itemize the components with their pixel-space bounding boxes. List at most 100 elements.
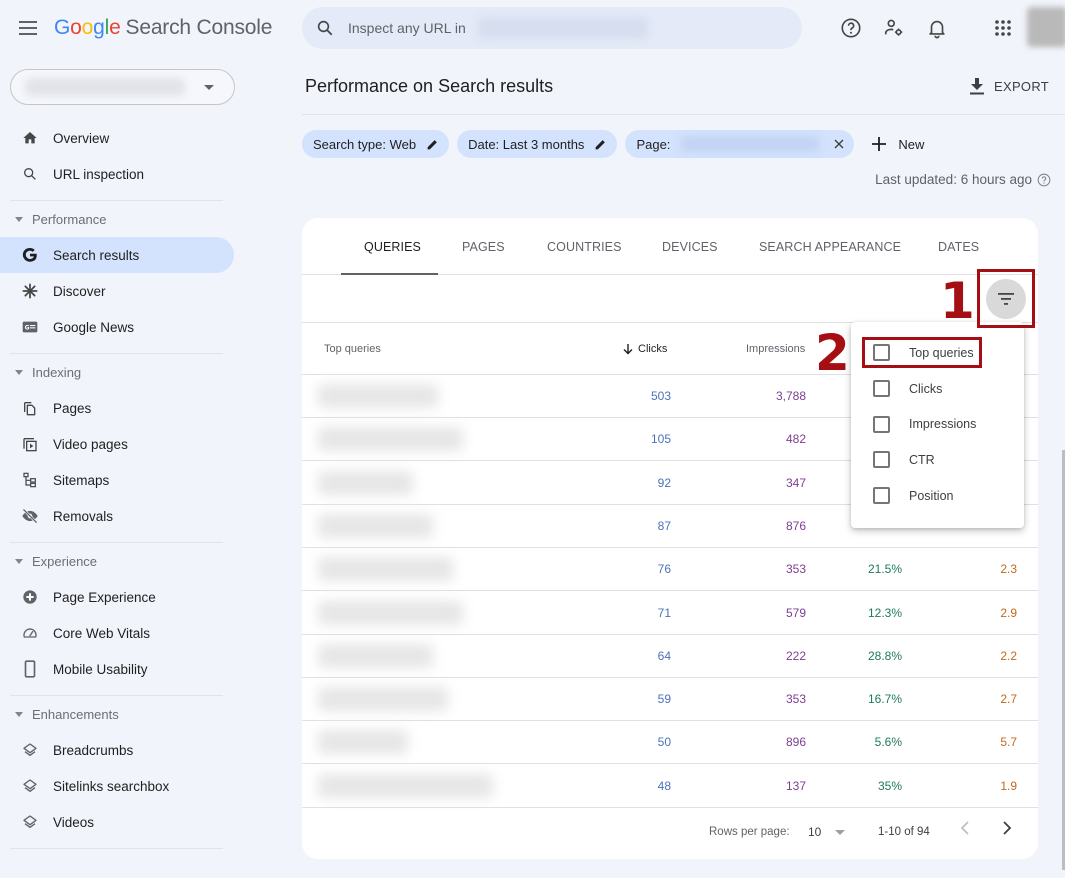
logo-letter: e: [109, 16, 121, 39]
redacted-query: [318, 427, 463, 452]
tab-countries[interactable]: COUNTRIES: [547, 240, 622, 254]
sidebar-section-enhancements[interactable]: Enhancements: [0, 696, 240, 732]
filter-chip-search-type[interactable]: Search type: Web: [302, 130, 450, 158]
edit-pencil-icon[interactable]: [594, 138, 607, 151]
tab-dates[interactable]: DATES: [938, 240, 979, 254]
manage-users-button[interactable]: [882, 16, 906, 40]
checkbox[interactable]: [873, 451, 890, 469]
checkbox[interactable]: [873, 415, 890, 433]
checkbox[interactable]: [873, 487, 890, 505]
apps-grid-icon: [995, 20, 1011, 36]
sidebar-item-video-pages[interactable]: Video pages: [0, 426, 234, 462]
sidebar-item-label: Mobile Usability: [53, 661, 148, 677]
collapse-triangle-icon: [15, 712, 23, 717]
edit-pencil-icon[interactable]: [426, 138, 439, 151]
sidebar-section-indexing[interactable]: Indexing: [0, 354, 240, 390]
url-inspect-search[interactable]: [302, 7, 802, 49]
sidebar-item-label: URL inspection: [53, 166, 145, 182]
column-header-impressions[interactable]: Impressions: [746, 343, 805, 355]
sidebar-section-experience[interactable]: Experience: [0, 543, 240, 579]
google-apps-button[interactable]: [991, 16, 1015, 40]
cell-clicks: 87: [657, 518, 671, 533]
table-row[interactable]: 76 353 21.5% 2.3: [302, 548, 1038, 592]
tab-queries[interactable]: QUERIES: [364, 240, 421, 254]
column-header-query[interactable]: Top queries: [324, 343, 381, 355]
menu-item-impressions[interactable]: Impressions: [851, 407, 1024, 443]
sidebar-item-breadcrumbs[interactable]: Breadcrumbs: [0, 732, 234, 768]
filter-chip-page[interactable]: Page:: [625, 130, 855, 158]
checkbox[interactable]: [873, 379, 890, 397]
logo-letter: g: [93, 16, 105, 39]
sidebar-item-discover[interactable]: Discover: [0, 273, 234, 309]
search-console-logo[interactable]: Google Search Console: [54, 16, 272, 40]
sidebar-item-mobile-usability[interactable]: Mobile Usability: [0, 651, 234, 687]
tab-pages[interactable]: PAGES: [462, 240, 505, 254]
table-row[interactable]: 64 222 28.8% 2.2: [302, 635, 1038, 678]
redacted-page-url: [680, 136, 821, 152]
menu-item-position[interactable]: Position: [851, 478, 1024, 514]
menu-item-clicks[interactable]: Clicks: [851, 371, 1024, 407]
column-header-clicks[interactable]: Clicks: [623, 343, 667, 355]
notifications-icon: [929, 20, 945, 39]
google-g-icon: [20, 245, 40, 265]
sidebar-item-page-experience[interactable]: Page Experience: [0, 579, 234, 615]
cell-ctr: 28.8%: [867, 648, 902, 663]
home-icon: [20, 128, 40, 148]
cell-ctr: 12.3%: [867, 605, 902, 620]
sidebar-item-label: Discover: [53, 283, 106, 299]
property-selector[interactable]: [10, 69, 235, 105]
rows-per-page-select[interactable]: 10: [808, 825, 846, 839]
close-icon[interactable]: [834, 139, 844, 149]
phone-icon: [20, 659, 40, 679]
pagination-range: 1-10 of 94: [878, 826, 930, 838]
table-row[interactable]: 50 896 5.6% 5.7: [302, 721, 1038, 765]
sidebar-item-sitelinks-searchbox[interactable]: Sitelinks searchbox: [0, 768, 234, 804]
sitemap-icon: [20, 470, 40, 490]
export-label: EXPORT: [994, 78, 1050, 94]
table-row[interactable]: 48 137 35% 1.9: [302, 765, 1038, 808]
download-icon: [970, 77, 984, 94]
sidebar-item-label: Overview: [53, 130, 110, 146]
menu-item-ctr[interactable]: CTR: [851, 442, 1024, 478]
asterisk-icon: [20, 281, 40, 301]
redacted-query: [318, 513, 433, 538]
sidebar-item-pages[interactable]: Pages: [0, 390, 234, 426]
sidebar-item-label: Video pages: [53, 436, 128, 452]
help-icon[interactable]: [1037, 173, 1051, 187]
sidebar-item-removals[interactable]: Removals: [0, 498, 234, 534]
tab-search-appearance[interactable]: SEARCH APPEARANCE: [759, 240, 901, 254]
cell-impressions: 876: [785, 518, 806, 533]
sidebar-item-sitemaps[interactable]: Sitemaps: [0, 462, 234, 498]
sidebar-item-videos[interactable]: Videos: [0, 804, 234, 840]
sidebar-item-overview[interactable]: Overview: [0, 120, 234, 156]
sidebar-item-google-news[interactable]: G Google News: [0, 309, 234, 345]
sidebar-item-core-web-vitals[interactable]: Core Web Vitals: [0, 615, 234, 651]
tab-devices[interactable]: DEVICES: [662, 240, 718, 254]
cell-position: 1.9: [1000, 778, 1017, 793]
sidebar-item-label: Sitelinks searchbox: [53, 778, 170, 794]
url-inspect-input[interactable]: [348, 20, 478, 36]
chevron-right-icon: [1003, 821, 1012, 835]
cell-impressions: 347: [785, 475, 806, 490]
table-row[interactable]: 71 579 12.3% 2.9: [302, 592, 1038, 635]
header-divider: [302, 114, 1065, 115]
notifications-button[interactable]: [925, 16, 949, 40]
eye-off-icon: [20, 506, 40, 526]
dropdown-caret-icon: [204, 85, 214, 90]
filter-chip-date[interactable]: Date: Last 3 months: [457, 130, 618, 158]
layers-icon: [20, 740, 40, 760]
export-button[interactable]: EXPORT: [970, 74, 1049, 98]
cell-impressions: 896: [785, 735, 806, 750]
sidebar-section-performance[interactable]: Performance: [0, 201, 240, 237]
sidebar-item-label: Sitemaps: [53, 472, 110, 488]
main-menu-button[interactable]: [16, 16, 40, 40]
sidebar-item-url-inspection[interactable]: URL inspection: [0, 156, 234, 192]
cell-ctr: 5.6%: [874, 735, 902, 750]
sidebar-item-search-results[interactable]: Search results: [0, 237, 234, 273]
new-filter-label: New: [898, 136, 925, 152]
new-filter-button[interactable]: New: [872, 137, 924, 152]
help-button[interactable]: [839, 16, 863, 40]
table-row[interactable]: 59 353 16.7% 2.7: [302, 678, 1038, 722]
next-page-button[interactable]: [1002, 821, 1012, 838]
previous-page-button[interactable]: [960, 821, 970, 838]
